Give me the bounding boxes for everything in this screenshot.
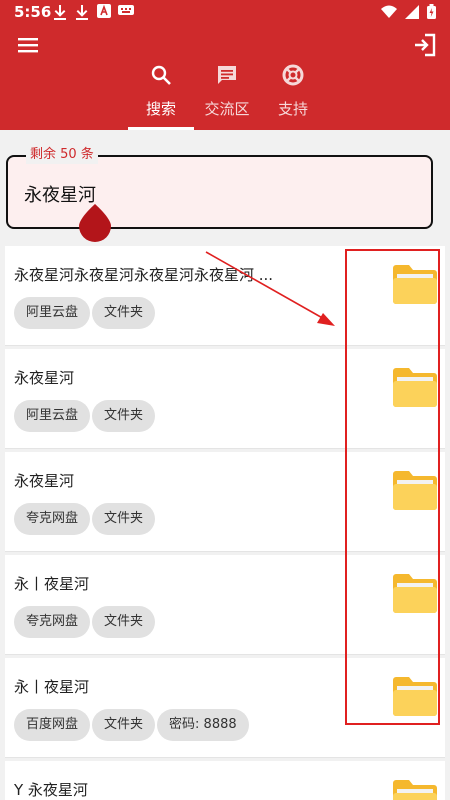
wifi-icon [381,5,397,18]
result-tags: 夸克网盘 文件夹 [14,503,156,535]
logout-icon [415,33,436,57]
password-chip: 密码: 8888 [157,709,249,741]
menu-button[interactable] [16,33,40,57]
result-title: 永丨夜星河 [14,678,90,696]
battery-icon [427,4,436,19]
folder-icon[interactable] [393,470,437,510]
result-tags: 阿里云盘 文件夹 [14,297,156,329]
download-icon [74,4,90,20]
active-tab-indicator [128,127,194,130]
result-card[interactable]: 永夜星河 阿里云盘 文件夹 [5,349,445,449]
download-icon [52,4,68,20]
tag-chip: 阿里云盘 [14,400,91,432]
keyboard-icon [118,4,134,20]
tag-chip: 文件夹 [92,709,156,741]
folder-icon[interactable] [393,676,437,716]
system-icons [381,4,436,19]
tab-bar: 搜索 交流区 支持 [128,60,326,130]
notification-icons [52,4,134,20]
support-icon [282,64,304,86]
tag-chip: 夸克网盘 [14,606,91,638]
result-tags: 夸克网盘 文件夹 [14,606,156,638]
tab-community[interactable]: 交流区 [194,60,260,130]
tab-label: 交流区 [204,100,250,118]
tab-search[interactable]: 搜索 [128,60,194,130]
result-card[interactable]: 永丨夜星河 百度网盘 文件夹 密码: 8888 [5,658,445,758]
result-title: Y 永夜星河 [14,781,88,799]
tag-chip: 文件夹 [92,606,156,638]
signal-icon [405,4,419,19]
tag-chip: 夸克网盘 [14,503,91,535]
tag-chip: 文件夹 [92,400,156,432]
result-tags: 百度网盘 文件夹 密码: 8888 [14,709,249,741]
tag-chip: 文件夹 [92,503,156,535]
logout-button[interactable] [412,32,438,58]
search-field[interactable]: 剩余 50 条 永夜星河 [6,146,433,229]
result-card[interactable]: Y 永夜星河 [5,761,445,800]
result-tags: 阿里云盘 文件夹 [14,400,156,432]
folder-icon[interactable] [393,779,437,800]
tag-chip: 阿里云盘 [14,297,91,329]
tag-chip: 百度网盘 [14,709,91,741]
folder-icon[interactable] [393,367,437,407]
result-title: 永夜星河 [14,472,75,490]
tab-label: 支持 [277,100,308,118]
result-card[interactable]: 永夜星河永夜星河永夜星河永夜星河 ... 阿里云盘 文件夹 [5,246,445,346]
app-header: 5:56 搜索 交流区 支持 [0,0,450,130]
search-icon [151,65,171,85]
result-card[interactable]: 永丨夜星河 夸克网盘 文件夹 [5,555,445,655]
font-app-icon [96,4,112,20]
remaining-count-label: 剩余 50 条 [26,146,98,164]
menu-icon [18,38,38,53]
result-title: 永夜星河 [14,369,75,387]
result-title: 永丨夜星河 [14,575,90,593]
result-card[interactable]: 永夜星河 夸克网盘 文件夹 [5,452,445,552]
tag-chip: 文件夹 [92,297,156,329]
result-title: 永夜星河永夜星河永夜星河永夜星河 ... [14,266,274,284]
folder-icon[interactable] [393,264,437,304]
status-time: 5:56 [14,3,52,21]
status-bar: 5:56 [0,0,450,24]
tab-label: 搜索 [145,100,176,118]
tab-support[interactable]: 支持 [260,60,326,130]
text-cursor-handle[interactable] [79,204,111,242]
folder-icon[interactable] [393,573,437,613]
chat-icon [218,66,236,84]
